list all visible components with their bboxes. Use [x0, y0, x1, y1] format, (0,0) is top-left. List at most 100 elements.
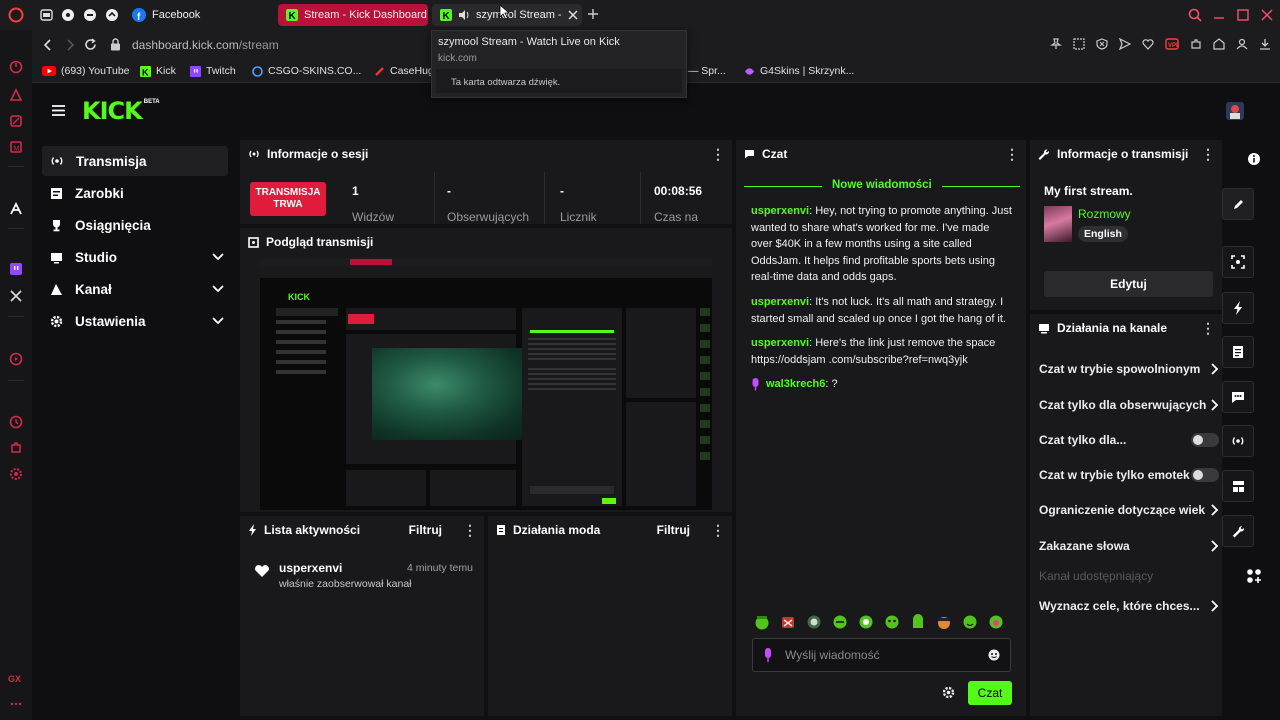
- more-options-icon[interactable]: ⋮: [463, 522, 477, 539]
- chat-username[interactable]: usperxenvi: [751, 337, 809, 349]
- emote-icon[interactable]: [988, 614, 1004, 630]
- speaker-icon[interactable]: [458, 9, 470, 21]
- more-options-icon[interactable]: ⋮: [1201, 320, 1215, 337]
- pinned-tab-icon[interactable]: [83, 8, 97, 22]
- emote-icon[interactable]: [780, 614, 796, 630]
- messenger-icon[interactable]: M: [9, 140, 23, 154]
- x-twitter-icon[interactable]: [9, 289, 23, 303]
- url-field[interactable]: dashboard.kick.com/stream: [132, 38, 279, 52]
- followers-only-setting[interactable]: Czat tylko dla obserwujących: [1039, 398, 1219, 412]
- more-options-icon[interactable]: ⋮: [711, 522, 725, 539]
- kick-logo[interactable]: KICK BETA: [82, 99, 160, 123]
- emote-icon[interactable]: [910, 614, 926, 630]
- close-window-icon[interactable]: [1260, 8, 1274, 22]
- minimize-icon[interactable]: [1212, 8, 1226, 22]
- heart-bookmark-icon[interactable]: [1142, 38, 1154, 50]
- sidebar-item-zarobki[interactable]: Zarobki: [42, 178, 228, 208]
- pin-icon[interactable]: [1050, 38, 1062, 50]
- edit-stream-button[interactable]: Edytuj: [1044, 271, 1213, 297]
- rail-layout-button[interactable]: [1222, 470, 1254, 502]
- gx-control-icon[interactable]: [9, 60, 23, 74]
- extensions-sidebar-icon[interactable]: [9, 441, 23, 455]
- opera-logo-icon[interactable]: [8, 7, 24, 23]
- age-restriction-setting[interactable]: Ograniczenie dotyczące wiek: [1039, 503, 1219, 517]
- chat-username[interactable]: wal3krech6: [766, 378, 825, 390]
- more-options-icon[interactable]: ⋮: [1005, 146, 1019, 163]
- sidebar-item-transmisja[interactable]: Transmisja: [42, 146, 228, 176]
- pinned-tab-icon[interactable]: [105, 8, 119, 22]
- subscribers-only-toggle[interactable]: [1191, 433, 1219, 447]
- adblock-icon[interactable]: [1096, 38, 1108, 50]
- snapshot-icon[interactable]: [1073, 38, 1085, 50]
- bookmark-casehug[interactable]: CaseHug: [374, 65, 438, 77]
- goals-setting[interactable]: Wyznacz cele, które chces...: [1039, 599, 1219, 613]
- downloads-icon[interactable]: [1259, 38, 1271, 50]
- search-tabs-icon[interactable]: [1188, 8, 1202, 22]
- new-tab-icon[interactable]: [587, 8, 599, 20]
- bookmark-twitch[interactable]: Twitch: [190, 65, 236, 77]
- rail-edit-button[interactable]: [1222, 188, 1254, 220]
- close-tab-icon[interactable]: [568, 10, 578, 20]
- music-player-icon[interactable]: [9, 352, 23, 366]
- workspaces-icon[interactable]: [40, 9, 53, 21]
- bookmark-g4skins[interactable]: G4Skins | Skrzynk...: [744, 65, 854, 77]
- rail-tools-button[interactable]: [1222, 515, 1254, 547]
- bookmark-csgo-skins[interactable]: CSGO-SKINS.CO...: [252, 65, 361, 77]
- chat-settings-icon[interactable]: [942, 686, 955, 699]
- emote-icon[interactable]: [754, 614, 770, 630]
- twitch-icon[interactable]: [9, 262, 23, 276]
- bookmark-kick[interactable]: K Kick: [140, 65, 176, 77]
- lock-icon[interactable]: [110, 38, 121, 51]
- category-name[interactable]: Rozmowy: [1078, 207, 1131, 221]
- bookmark-spr[interactable]: / — Spr...: [682, 65, 726, 77]
- stream-preview-video[interactable]: KICK: [260, 258, 712, 510]
- sidebar-item-kanal[interactable]: Kanał: [42, 274, 228, 304]
- tab-kick-dashboard[interactable]: K Stream - Kick Dashboard: [278, 4, 428, 26]
- emote-icon[interactable]: [962, 614, 978, 630]
- emote-icon[interactable]: [806, 614, 822, 630]
- sidebar-item-studio[interactable]: Studio: [42, 242, 228, 272]
- emote-icon[interactable]: [936, 614, 952, 630]
- emote-icon[interactable]: [858, 614, 874, 630]
- wallet-icon[interactable]: [1213, 38, 1225, 50]
- maximize-icon[interactable]: [1236, 8, 1250, 22]
- aria-icon[interactable]: [9, 202, 23, 216]
- activity-user[interactable]: usperxenvi: [279, 561, 342, 575]
- microphone-icon[interactable]: [763, 647, 773, 663]
- chat-input-box[interactable]: Wyślij wiadomość: [752, 638, 1011, 672]
- slow-mode-setting[interactable]: Czat w trybie spowolnionym: [1039, 362, 1219, 376]
- settings-sidebar-icon[interactable]: [9, 467, 23, 481]
- gx-logo-icon[interactable]: GX: [8, 674, 21, 684]
- rail-notes-button[interactable]: [1222, 336, 1254, 368]
- emoji-picker-icon[interactable]: [988, 649, 1000, 661]
- banned-words-setting[interactable]: Zakazane słowa: [1039, 539, 1219, 553]
- bookmark-youtube[interactable]: (693) YouTube: [42, 65, 130, 77]
- chat-username[interactable]: usperxenvi: [751, 296, 809, 308]
- extensions-icon[interactable]: [1190, 38, 1202, 50]
- more-sidebar-icon[interactable]: [10, 702, 22, 706]
- sidebar-item-ustawienia[interactable]: Ustawienia: [42, 306, 228, 336]
- rail-chat-button[interactable]: [1222, 381, 1254, 413]
- rail-lightning-button[interactable]: [1222, 292, 1254, 324]
- tab-facebook[interactable]: f Facebook: [124, 4, 274, 26]
- send-icon[interactable]: [1119, 38, 1131, 50]
- history-icon[interactable]: [9, 415, 23, 429]
- back-icon[interactable]: [42, 39, 54, 51]
- rail-broadcast-button[interactable]: [1222, 425, 1254, 457]
- mod-filter-button[interactable]: Filtruj: [657, 523, 690, 537]
- more-options-icon[interactable]: ⋮: [711, 146, 725, 163]
- user-avatar-icon[interactable]: [1226, 102, 1244, 120]
- emote-icon[interactable]: [832, 614, 848, 630]
- player-icon[interactable]: [9, 114, 23, 128]
- more-options-icon[interactable]: ⋮: [1201, 146, 1215, 163]
- reload-icon[interactable]: [84, 38, 97, 51]
- forward-icon[interactable]: [64, 39, 76, 51]
- activity-filter-button[interactable]: Filtruj: [409, 523, 442, 537]
- sidebar-item-osiagniecia[interactable]: Osiągnięcia: [42, 210, 228, 240]
- info-icon[interactable]: [1247, 152, 1261, 166]
- vpn-icon[interactable]: VPN: [1165, 38, 1179, 50]
- menu-icon[interactable]: [51, 104, 66, 117]
- account-icon[interactable]: [1236, 38, 1248, 50]
- emote-icon[interactable]: [884, 614, 900, 630]
- gx-corner-icon[interactable]: [9, 88, 23, 102]
